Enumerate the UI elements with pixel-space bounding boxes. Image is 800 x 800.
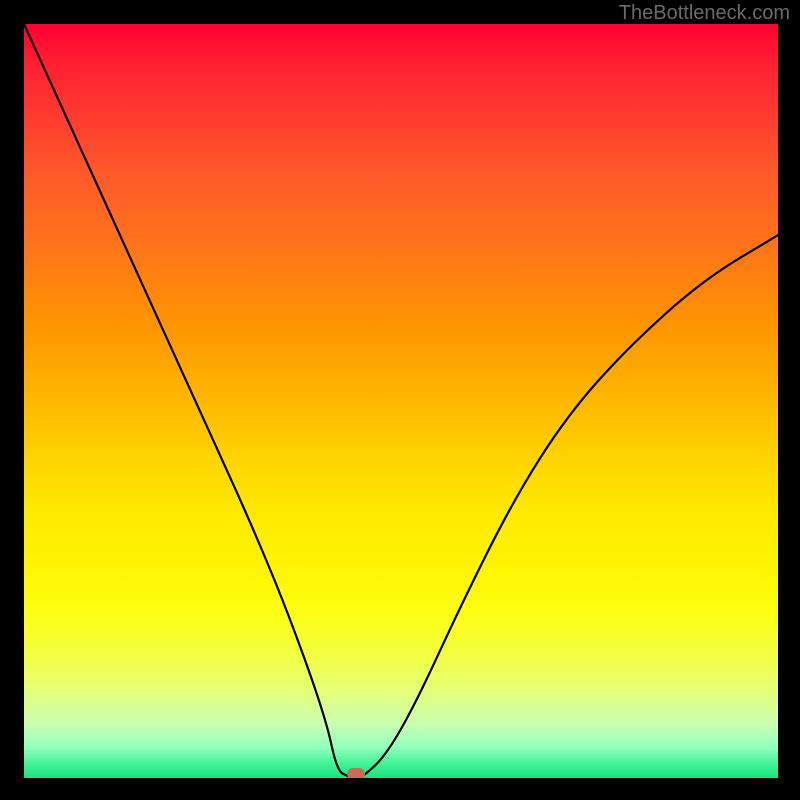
optimal-point-marker — [347, 768, 365, 778]
chart-curve-layer — [24, 24, 778, 778]
chart-plot-area — [24, 24, 778, 778]
bottleneck-curve-path — [24, 24, 778, 778]
watermark-text: TheBottleneck.com — [619, 2, 790, 25]
